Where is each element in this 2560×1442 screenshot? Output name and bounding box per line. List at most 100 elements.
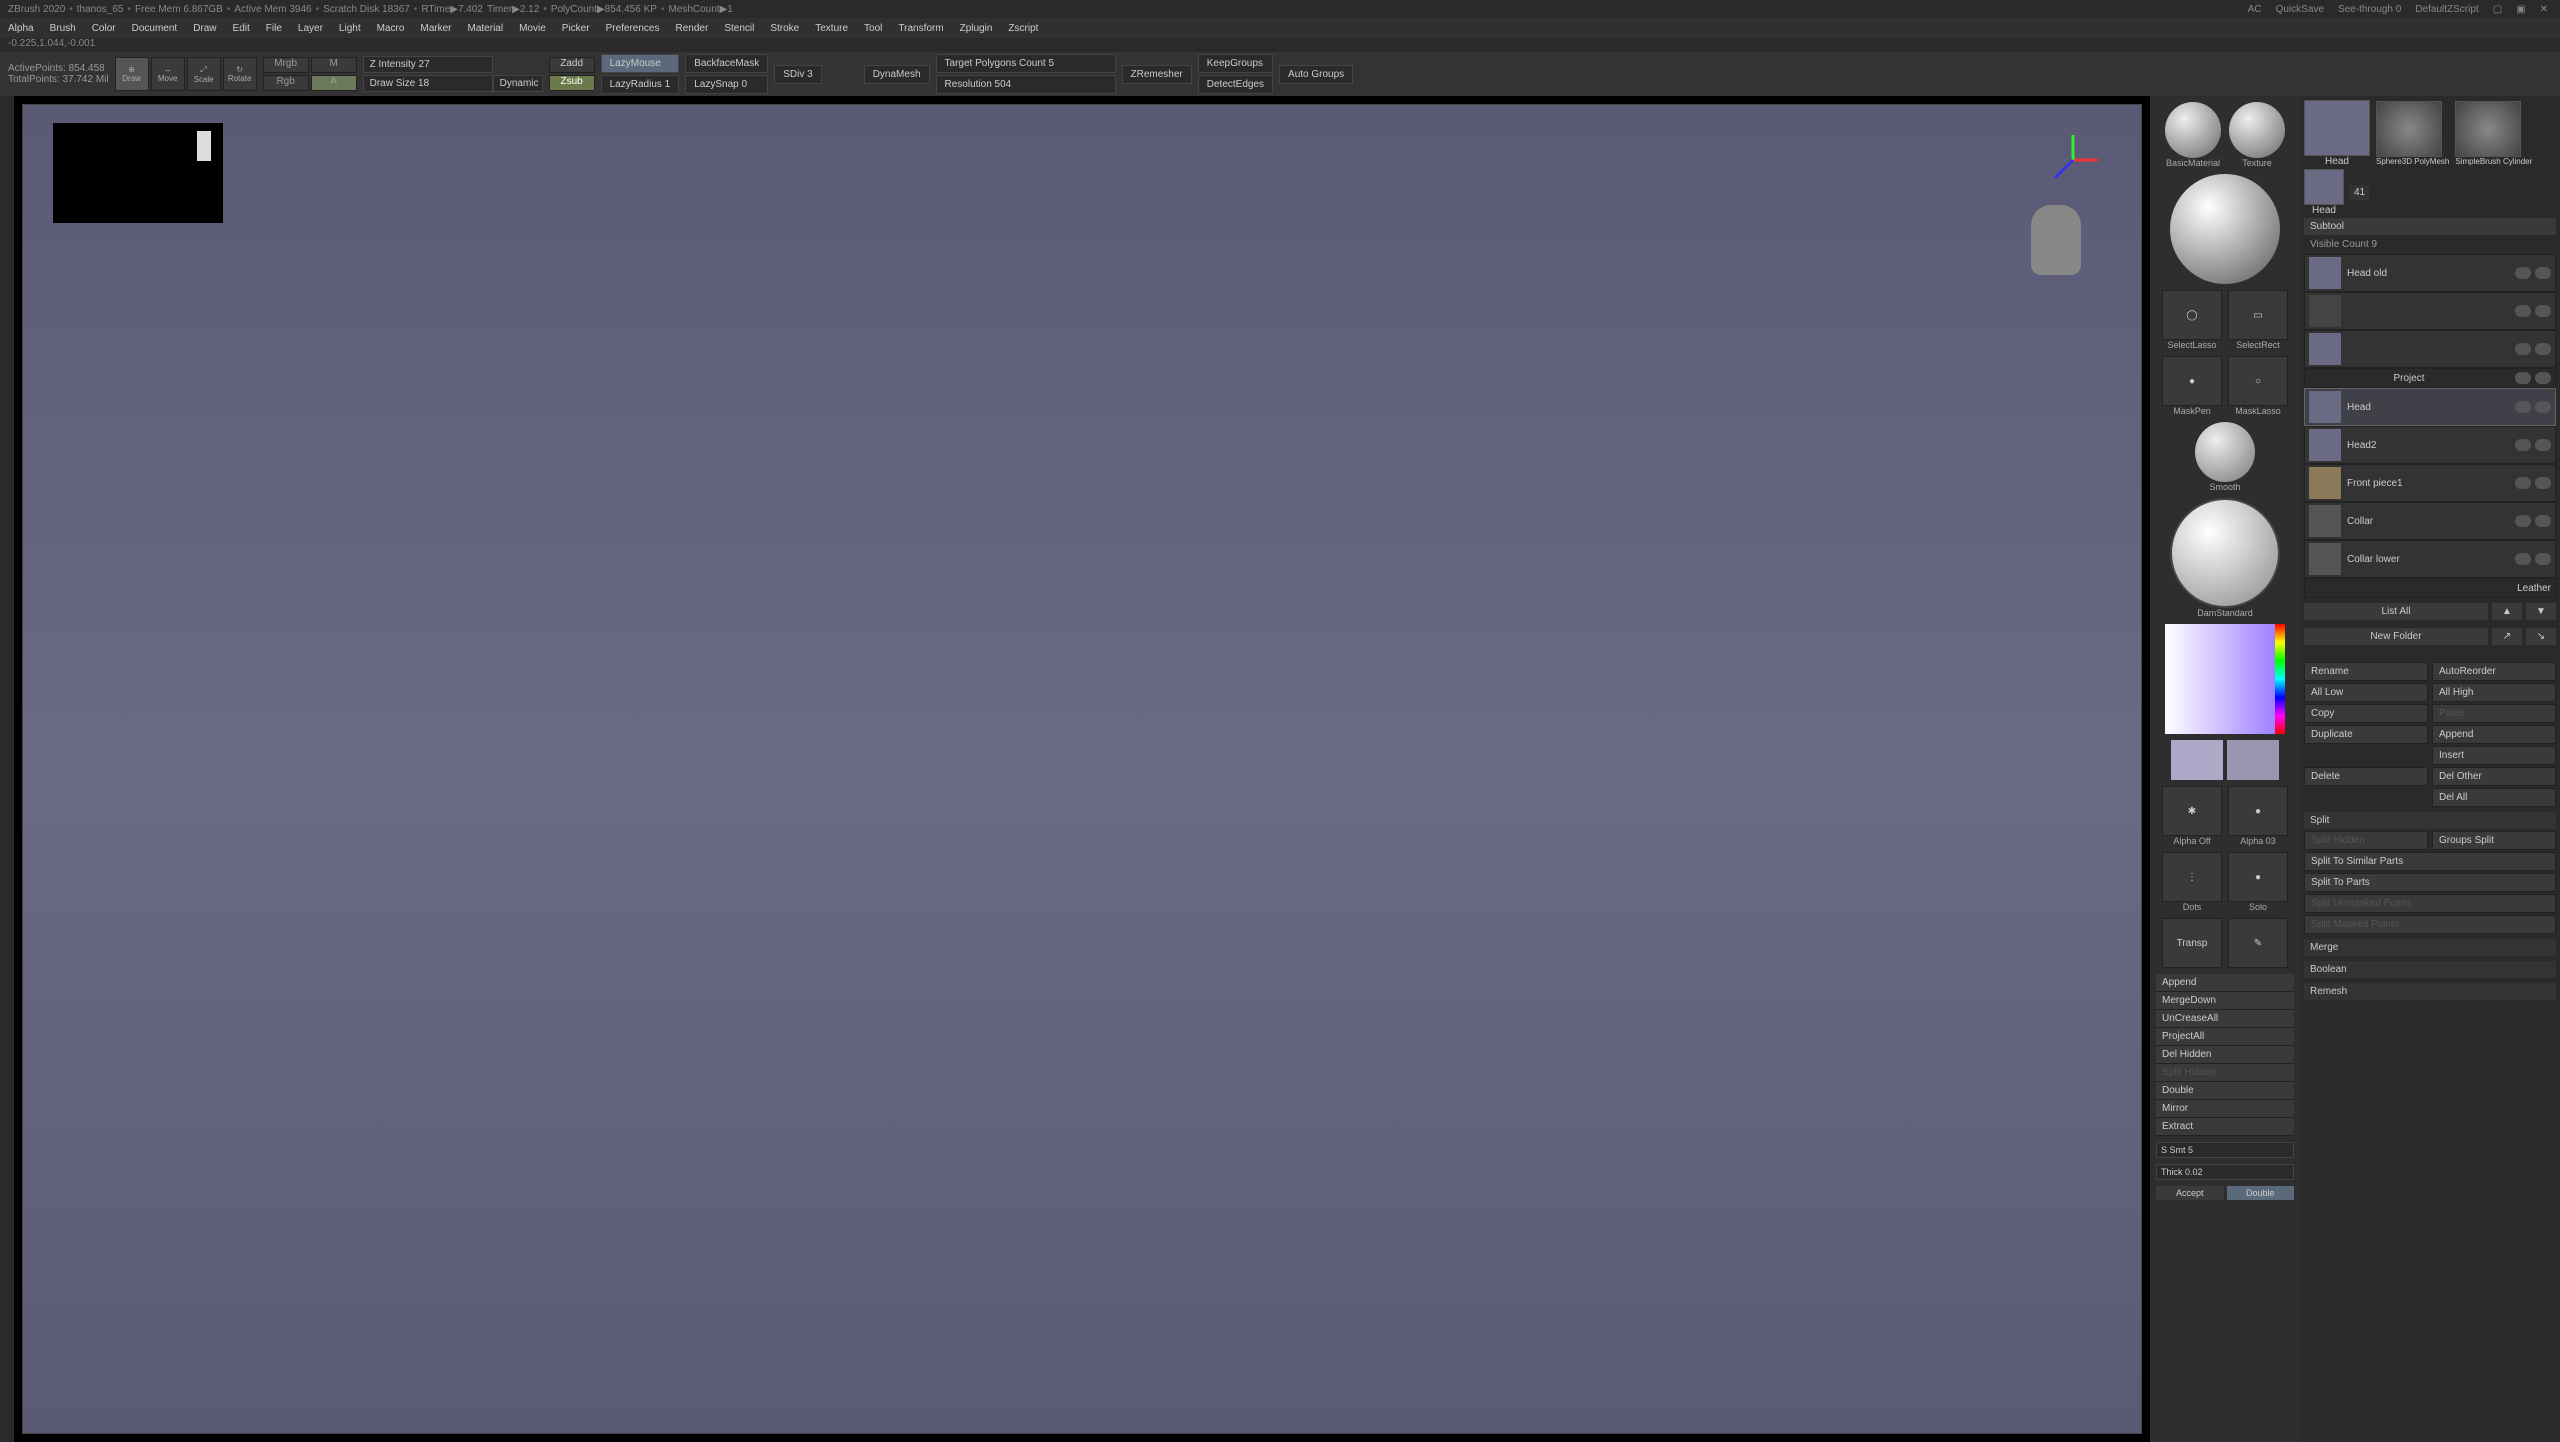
newfolder-button[interactable]: New Folder xyxy=(2304,628,2488,645)
autogroups-button[interactable]: Auto Groups xyxy=(1279,65,1353,84)
mask-lasso-icon[interactable]: ○ xyxy=(2228,356,2288,406)
copy-button[interactable]: Copy xyxy=(2304,704,2428,723)
move-in-icon[interactable]: ↘ xyxy=(2526,628,2556,645)
alllow-button[interactable]: All Low xyxy=(2304,683,2428,702)
tool-cyl-icon[interactable] xyxy=(2455,101,2521,157)
3d-viewport[interactable] xyxy=(22,104,2142,1434)
delother-button[interactable]: Del Other xyxy=(2432,767,2556,786)
alpha-off-icon[interactable]: ✱ xyxy=(2162,786,2222,836)
subtool-item[interactable]: Head2 xyxy=(2304,426,2556,464)
window-min-icon[interactable]: ▢ xyxy=(2493,4,2502,15)
window-max-icon[interactable]: ▣ xyxy=(2516,4,2525,15)
insert-button[interactable]: Insert xyxy=(2432,746,2556,765)
duplicate-button[interactable]: Duplicate xyxy=(2304,725,2428,744)
lazysnap-slider[interactable]: LazySnap 0 xyxy=(685,75,768,94)
material-sphere[interactable] xyxy=(2165,102,2221,158)
splitunmasked-button[interactable]: Split Unmasked Points xyxy=(2304,894,2556,913)
menu-marker[interactable]: Marker xyxy=(420,23,451,34)
select-rect-icon[interactable]: ▭ xyxy=(2228,290,2288,340)
tool-head-icon[interactable] xyxy=(2304,100,2370,156)
rename-button[interactable]: Rename xyxy=(2304,662,2428,681)
menu-edit[interactable]: Edit xyxy=(233,23,250,34)
menu-brush[interactable]: Brush xyxy=(50,23,76,34)
stroke-dots-icon[interactable]: ⋮ xyxy=(2162,852,2222,902)
menu-document[interactable]: Document xyxy=(132,23,178,34)
accept-button[interactable]: Accept xyxy=(2156,1186,2224,1200)
material-preview[interactable] xyxy=(2170,174,2280,284)
ssmt-slider[interactable]: S Smt 5 xyxy=(2156,1142,2294,1158)
detectedges-button[interactable]: DetectEdges xyxy=(1198,75,1273,94)
menu-material[interactable]: Material xyxy=(468,23,504,34)
zsub-button[interactable]: Zsub xyxy=(549,75,595,91)
mask-pen-icon[interactable]: ● xyxy=(2162,356,2222,406)
current-brush-preview[interactable] xyxy=(2170,498,2280,608)
splithidden-button[interactable]: Split Hidden xyxy=(2156,1064,2294,1082)
double-button[interactable]: Double xyxy=(2156,1082,2294,1100)
axis-gizmo[interactable] xyxy=(2043,130,2103,190)
allhigh-button[interactable]: All High xyxy=(2432,683,2556,702)
target-polygons-slider[interactable]: Target Polygons Count 5 xyxy=(936,54,1116,73)
groupssplit-button[interactable]: Groups Split xyxy=(2432,831,2556,850)
zremesher-button[interactable]: ZRemesher xyxy=(1122,65,1192,84)
thick-slider[interactable]: Thick 0.02 xyxy=(2156,1164,2294,1180)
quicksave-button[interactable]: QuickSave xyxy=(2276,4,2324,15)
projectall-button[interactable]: ProjectAll xyxy=(2156,1028,2294,1046)
move-out-icon[interactable]: ↗ xyxy=(2492,628,2522,645)
subtool-item[interactable]: Collar xyxy=(2304,502,2556,540)
menu-transform[interactable]: Transform xyxy=(898,23,943,34)
backfacemask-button[interactable]: BackfaceMask xyxy=(685,54,768,73)
rgb-button[interactable]: Rgb xyxy=(263,75,309,91)
merge-header[interactable]: Merge xyxy=(2304,939,2556,956)
draw-button[interactable]: ⊕Draw xyxy=(115,57,149,91)
subtool-item[interactable]: Collar lower xyxy=(2304,540,2556,578)
boolean-header[interactable]: Boolean xyxy=(2304,961,2556,978)
window-close-icon[interactable]: ✕ xyxy=(2540,4,2548,15)
texture-sphere[interactable] xyxy=(2229,102,2285,158)
a-button[interactable]: A xyxy=(311,75,357,91)
zintensity-slider[interactable]: Z Intensity 27 xyxy=(363,56,493,73)
mrgb-button[interactable]: Mrgb xyxy=(263,57,309,73)
subtool-item[interactable] xyxy=(2304,330,2556,368)
subtool-header[interactable]: Subtool xyxy=(2304,218,2556,235)
seethrough-slider[interactable]: See-through 0 xyxy=(2338,4,2401,15)
menu-file[interactable]: File xyxy=(266,23,282,34)
color-picker[interactable] xyxy=(2165,624,2275,734)
split-header[interactable]: Split xyxy=(2304,812,2556,829)
tool-head2-icon[interactable] xyxy=(2304,169,2344,205)
subtool-item-selected[interactable]: Head xyxy=(2304,388,2556,426)
splitparts-button[interactable]: Split To Parts xyxy=(2304,873,2556,892)
menu-render[interactable]: Render xyxy=(676,23,709,34)
hue-slider[interactable] xyxy=(2275,624,2285,734)
select-lasso-icon[interactable]: ◯ xyxy=(2162,290,2222,340)
mirror-button[interactable]: Mirror xyxy=(2156,1100,2294,1118)
splitsimilar-button[interactable]: Split To Similar Parts xyxy=(2304,852,2556,871)
subtool-folder[interactable]: Project xyxy=(2304,368,2556,388)
subtool-item[interactable]: Front piece1 xyxy=(2304,464,2556,502)
mergedown-button[interactable]: MergeDown xyxy=(2156,992,2294,1010)
menu-zscript[interactable]: Zscript xyxy=(1008,23,1038,34)
alpha-03-icon[interactable]: ● xyxy=(2228,786,2288,836)
menu-stencil[interactable]: Stencil xyxy=(724,23,754,34)
delete-button[interactable]: Delete xyxy=(2304,767,2428,786)
subtool-item[interactable] xyxy=(2304,292,2556,330)
double-toggle[interactable]: Double xyxy=(2227,1186,2295,1200)
delhidden-button[interactable]: Del Hidden xyxy=(2156,1046,2294,1064)
splithidden-button2[interactable]: Split Hidden xyxy=(2304,831,2428,850)
menu-alpha[interactable]: Alpha xyxy=(8,23,34,34)
subtool-folder[interactable]: Leather xyxy=(2304,578,2556,598)
dynamic-toggle[interactable]: Dynamic xyxy=(493,75,543,92)
menu-macro[interactable]: Macro xyxy=(377,23,405,34)
smooth-brush-icon[interactable] xyxy=(2195,422,2255,482)
tool-sphere-icon[interactable] xyxy=(2376,101,2442,157)
sdiv-slider[interactable]: SDiv 3 xyxy=(774,65,821,84)
uncreaseall-button[interactable]: UnCreaseAll xyxy=(2156,1010,2294,1028)
listall-button[interactable]: List All xyxy=(2304,603,2488,620)
menu-movie[interactable]: Movie xyxy=(519,23,546,34)
zadd-button[interactable]: Zadd xyxy=(549,57,595,73)
head-icon[interactable] xyxy=(2031,205,2081,275)
append-button[interactable]: Append xyxy=(2156,974,2294,992)
default-zscript[interactable]: DefaultZScript xyxy=(2415,4,2478,15)
scale-button[interactable]: ⤢Scale xyxy=(187,57,221,91)
left-tool-strip[interactable] xyxy=(0,96,14,1442)
extract-button[interactable]: Extract xyxy=(2156,1118,2294,1136)
